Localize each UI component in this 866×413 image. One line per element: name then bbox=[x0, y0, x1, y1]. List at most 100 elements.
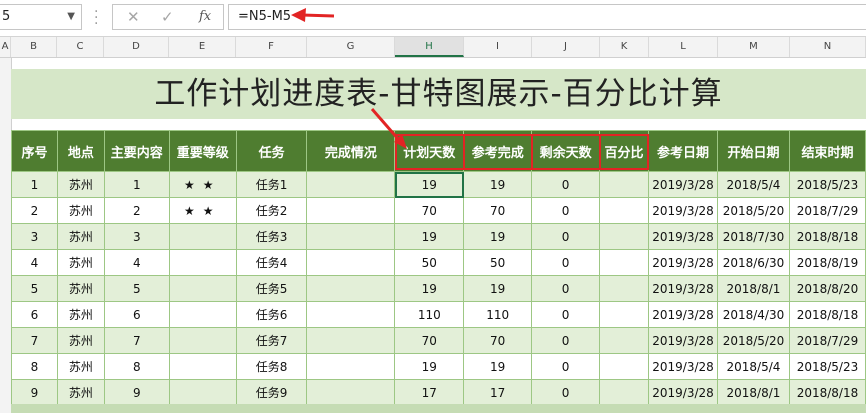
cell-status[interactable] bbox=[306, 171, 396, 198]
cell-percent[interactable] bbox=[599, 223, 650, 250]
column-header-I[interactable]: I bbox=[464, 37, 532, 57]
cell-plan-days[interactable]: 19 bbox=[394, 223, 465, 250]
cell-ref-date[interactable]: 2019/3/28 bbox=[648, 327, 718, 354]
cell-start-date[interactable]: 2018/5/4 bbox=[717, 171, 790, 198]
insert-function-icon[interactable]: fx bbox=[199, 9, 211, 24]
cell-remaining-days[interactable]: 0 bbox=[531, 327, 601, 354]
cell-place[interactable]: 苏州 bbox=[56, 301, 105, 328]
cell-no[interactable]: 7 bbox=[11, 327, 58, 354]
cell-ref-date[interactable]: 2019/3/28 bbox=[648, 353, 718, 380]
cell-remaining-days[interactable]: 0 bbox=[531, 249, 601, 276]
header-ref-done[interactable]: 参考完成 bbox=[463, 130, 533, 172]
header-status[interactable]: 完成情况 bbox=[306, 130, 396, 172]
cell-task[interactable]: 任务8 bbox=[235, 353, 308, 380]
cell-start-date[interactable]: 2018/5/20 bbox=[717, 327, 790, 354]
cell-ref-done[interactable]: 70 bbox=[463, 327, 533, 354]
header-ref-date[interactable]: 参考日期 bbox=[648, 130, 718, 172]
cell-task[interactable]: 任务6 bbox=[235, 301, 308, 328]
cell-no[interactable]: 3 bbox=[11, 223, 58, 250]
cell-ref-date[interactable]: 2019/3/28 bbox=[648, 275, 718, 302]
header-content[interactable]: 主要内容 bbox=[103, 130, 170, 172]
name-box[interactable]: 5 ▼ bbox=[0, 4, 82, 30]
header-end-date[interactable]: 结束时期 bbox=[788, 130, 866, 172]
cell-content[interactable]: 5 bbox=[103, 275, 170, 302]
enter-icon[interactable]: ✓ bbox=[161, 8, 174, 26]
cell-ref-date[interactable]: 2019/3/28 bbox=[648, 171, 718, 198]
cell-status[interactable] bbox=[306, 249, 396, 276]
cell-end-date[interactable]: 2018/8/19 bbox=[788, 249, 866, 276]
cell-ref-done[interactable]: 19 bbox=[463, 353, 533, 380]
cell-start-date[interactable]: 2018/8/1 bbox=[717, 379, 790, 406]
cell-status[interactable] bbox=[306, 301, 396, 328]
cell-status[interactable] bbox=[306, 353, 396, 380]
cell-plan-days[interactable]: 50 bbox=[394, 249, 465, 276]
cell-plan-days[interactable]: 19 bbox=[394, 275, 465, 302]
cell-start-date[interactable]: 2018/7/30 bbox=[717, 223, 790, 250]
cell-plan-days[interactable]: 70 bbox=[394, 197, 465, 224]
cell-content[interactable]: 9 bbox=[103, 379, 170, 406]
column-header-F[interactable]: F bbox=[236, 37, 307, 57]
cell-priority[interactable] bbox=[168, 301, 237, 328]
cell-content[interactable]: 7 bbox=[103, 327, 170, 354]
cell-task[interactable]: 任务5 bbox=[235, 275, 308, 302]
cell-percent[interactable] bbox=[599, 327, 650, 354]
cell-ref-done[interactable]: 19 bbox=[463, 223, 533, 250]
cell-end-date[interactable]: 2018/8/18 bbox=[788, 379, 866, 406]
cell-task[interactable]: 任务1 bbox=[235, 171, 308, 198]
cell-task[interactable]: 任务3 bbox=[235, 223, 308, 250]
cell-percent[interactable] bbox=[599, 275, 650, 302]
cell-place[interactable]: 苏州 bbox=[56, 327, 105, 354]
cell-plan-days[interactable]: 110 bbox=[394, 301, 465, 328]
cell-status[interactable] bbox=[306, 197, 396, 224]
cell-ref-date[interactable]: 2019/3/28 bbox=[648, 379, 718, 406]
cell-start-date[interactable]: 2018/5/20 bbox=[717, 197, 790, 224]
cell-place[interactable]: 苏州 bbox=[56, 353, 105, 380]
column-header-G[interactable]: G bbox=[307, 37, 395, 57]
cell-task[interactable]: 任务2 bbox=[235, 197, 308, 224]
cell-no[interactable]: 8 bbox=[11, 353, 58, 380]
cell-no[interactable]: 1 bbox=[11, 171, 58, 198]
cell-ref-date[interactable]: 2019/3/28 bbox=[648, 197, 718, 224]
header-no[interactable]: 序号 bbox=[11, 130, 58, 172]
header-priority[interactable]: 重要等级 bbox=[168, 130, 237, 172]
drag-handle-icon[interactable]: · · · bbox=[94, 5, 98, 31]
column-header-M[interactable]: M bbox=[718, 37, 790, 57]
formula-input[interactable]: =N5-M5 bbox=[228, 4, 866, 30]
cell-place[interactable]: 苏州 bbox=[56, 379, 105, 406]
cell-remaining-days[interactable]: 0 bbox=[531, 275, 601, 302]
cell-ref-done[interactable]: 19 bbox=[463, 275, 533, 302]
column-header-N[interactable]: N bbox=[790, 37, 866, 57]
cell-priority[interactable] bbox=[168, 353, 237, 380]
cell-place[interactable]: 苏州 bbox=[56, 171, 105, 198]
cell-place[interactable]: 苏州 bbox=[56, 275, 105, 302]
header-task[interactable]: 任务 bbox=[235, 130, 308, 172]
column-header-D[interactable]: D bbox=[104, 37, 169, 57]
header-percent[interactable]: 百分比 bbox=[599, 130, 650, 172]
cell-remaining-days[interactable]: 0 bbox=[531, 171, 601, 198]
cell-priority[interactable] bbox=[168, 327, 237, 354]
cell-plan-days[interactable]: 19 bbox=[394, 171, 465, 198]
cell-percent[interactable] bbox=[599, 171, 650, 198]
column-header-A[interactable]: A bbox=[0, 37, 11, 57]
cell-no[interactable]: 4 bbox=[11, 249, 58, 276]
cell-status[interactable] bbox=[306, 379, 396, 406]
cell-priority[interactable] bbox=[168, 249, 237, 276]
cell-content[interactable]: 2 bbox=[103, 197, 170, 224]
cell-end-date[interactable]: 2018/5/23 bbox=[788, 353, 866, 380]
cell-place[interactable]: 苏州 bbox=[56, 249, 105, 276]
cell-percent[interactable] bbox=[599, 249, 650, 276]
cell-percent[interactable] bbox=[599, 301, 650, 328]
cell-no[interactable]: 5 bbox=[11, 275, 58, 302]
column-header-J[interactable]: J bbox=[532, 37, 600, 57]
cell-ref-done[interactable]: 17 bbox=[463, 379, 533, 406]
cell-remaining-days[interactable]: 0 bbox=[531, 301, 601, 328]
header-start-date[interactable]: 开始日期 bbox=[717, 130, 790, 172]
cell-no[interactable]: 6 bbox=[11, 301, 58, 328]
cell-remaining-days[interactable]: 0 bbox=[531, 223, 601, 250]
chevron-down-icon[interactable]: ▼ bbox=[67, 5, 75, 29]
cell-content[interactable]: 3 bbox=[103, 223, 170, 250]
cell-ref-date[interactable]: 2019/3/28 bbox=[648, 223, 718, 250]
cell-ref-date[interactable]: 2019/3/28 bbox=[648, 249, 718, 276]
cell-start-date[interactable]: 2018/5/4 bbox=[717, 353, 790, 380]
cell-status[interactable] bbox=[306, 275, 396, 302]
